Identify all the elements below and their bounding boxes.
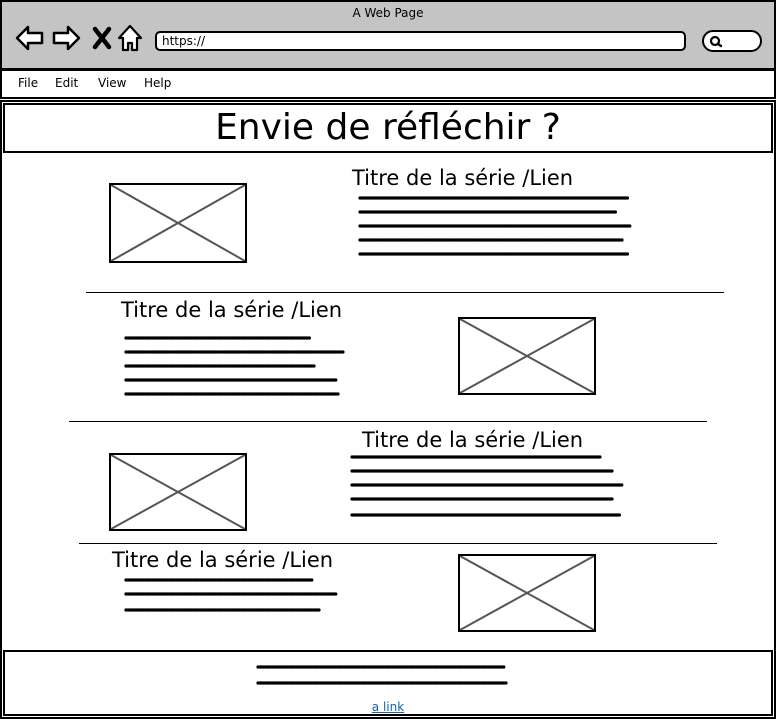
text-scribble-block: [358, 194, 638, 270]
series-title-link[interactable]: Titre de la série /Lien: [121, 298, 342, 322]
menu-view[interactable]: View: [98, 76, 126, 90]
image-placeholder: [458, 554, 596, 632]
text-scribble-block: [124, 334, 354, 410]
divider: [86, 292, 724, 293]
back-arrow-icon[interactable]: [15, 23, 45, 53]
stop-x-icon[interactable]: [88, 23, 118, 53]
divider: [79, 543, 717, 544]
menu-file[interactable]: File: [18, 76, 38, 90]
image-placeholder: [458, 317, 596, 395]
divider: [69, 421, 707, 422]
search-icon: [709, 35, 723, 48]
search-field[interactable]: [702, 30, 762, 52]
image-placeholder: [109, 453, 247, 531]
page-title: Envie de réfléchir ?: [215, 107, 561, 148]
series-title-link[interactable]: Titre de la série /Lien: [112, 548, 333, 572]
forward-arrow-icon[interactable]: [51, 23, 81, 53]
text-scribble-block: [350, 453, 630, 531]
footer-link[interactable]: a link: [0, 700, 776, 714]
window-title: A Web Page: [352, 6, 424, 20]
home-icon[interactable]: [115, 23, 145, 53]
menu-edit[interactable]: Edit: [55, 76, 78, 90]
series-title-link[interactable]: Titre de la série /Lien: [362, 428, 583, 452]
image-placeholder: [109, 183, 247, 263]
footer-text-scribble: [256, 663, 516, 687]
menu-help[interactable]: Help: [144, 76, 171, 90]
text-scribble-block: [124, 576, 344, 620]
series-title-link[interactable]: Titre de la série /Lien: [352, 166, 573, 190]
address-bar[interactable]: https://: [155, 31, 686, 51]
